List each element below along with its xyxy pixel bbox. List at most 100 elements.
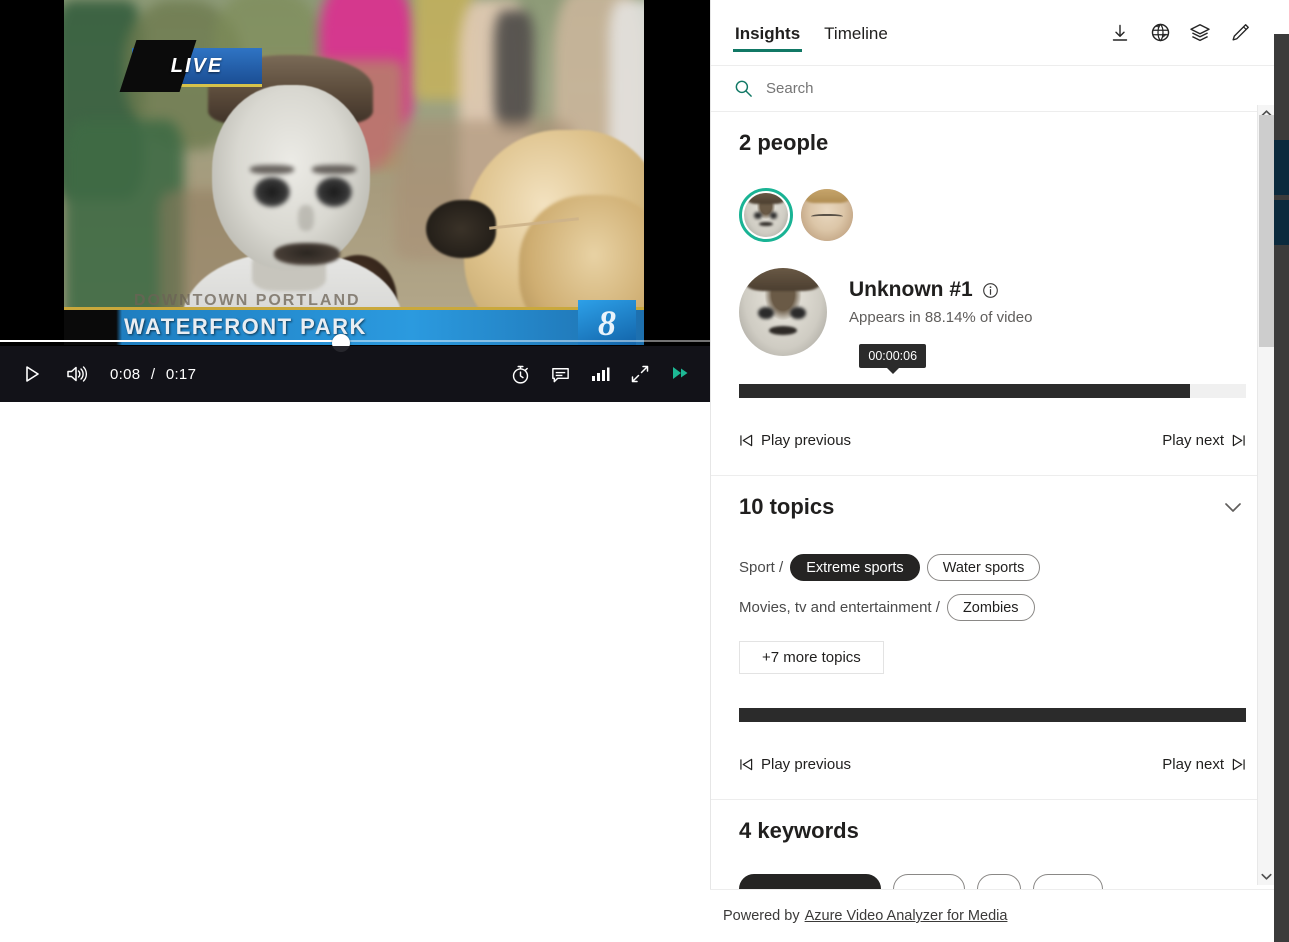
- video-seek-bar[interactable]: [0, 336, 710, 346]
- person-thumb-unknown-2[interactable]: [801, 189, 853, 241]
- topics-section-header: 10 topics: [739, 494, 1246, 520]
- page-right-edge: [1274, 0, 1289, 942]
- selected-person-meta: Unknown #1 Appears in 88.14% of video: [849, 268, 1032, 326]
- panel-header-actions: [1108, 21, 1252, 45]
- play-next-icon: [1231, 758, 1246, 771]
- play-previous-icon: [739, 434, 754, 447]
- globe-icon[interactable]: [1148, 21, 1172, 45]
- video-player[interactable]: LIVE DOWNTOWN PORTLAND WATERFRONT PARK 8: [0, 0, 710, 402]
- people-play-next[interactable]: Play next: [1162, 432, 1246, 449]
- video-indexer-logo-icon[interactable]: [662, 354, 698, 394]
- avatar-hair: [746, 268, 820, 291]
- people-title: 2 people: [739, 130, 828, 156]
- timeline-fill: [739, 384, 1190, 398]
- people-timeline[interactable]: 00:00:06: [739, 384, 1246, 408]
- more-topics-button[interactable]: +7 more topics: [739, 641, 884, 674]
- topics-play-previous[interactable]: Play previous: [739, 756, 851, 773]
- tab-timeline[interactable]: Timeline: [822, 4, 890, 62]
- topic-parent-label: Sport /: [739, 559, 783, 576]
- letterbox-right: [644, 0, 710, 345]
- insights-scroll-area: 2 people: [711, 112, 1274, 942]
- topic-row: Sport / Extreme sports Water sports: [739, 554, 1246, 581]
- news-banner-subtitle: DOWNTOWN PORTLAND: [134, 292, 361, 310]
- selected-person-avatar[interactable]: [739, 268, 827, 356]
- scrollbar-thumb[interactable]: [1259, 115, 1274, 347]
- avatar: [801, 189, 853, 241]
- avatar-mouth: [759, 222, 773, 226]
- topics-play-next[interactable]: Play next: [1162, 756, 1246, 773]
- fullscreen-icon[interactable]: [622, 354, 658, 394]
- download-icon[interactable]: [1108, 21, 1132, 45]
- live-badge-label: LIVE: [171, 55, 223, 78]
- topic-parent-label: Movies, tv and entertainment /: [739, 599, 940, 616]
- topic-pill-extreme-sports[interactable]: Extreme sports: [790, 554, 920, 581]
- insights-panel: Insights Timeline: [710, 0, 1274, 942]
- boy-face: [212, 85, 370, 270]
- chevron-down-icon[interactable]: [1258, 868, 1275, 885]
- footer-prefix: Powered by: [723, 908, 800, 924]
- people-section-header: 2 people: [739, 130, 1246, 156]
- boy-eyebrow-left: [250, 165, 294, 174]
- avatar-mouth: [769, 326, 797, 335]
- page-body-blank: [0, 402, 710, 942]
- topics-list: Sport / Extreme sports Water sports Movi…: [739, 554, 1246, 674]
- people-face-list: [739, 188, 1246, 242]
- play-previous-label: Play previous: [761, 756, 851, 773]
- boy-nose: [298, 205, 314, 231]
- search-icon: [733, 78, 754, 99]
- scene-blob: [494, 10, 534, 130]
- panel-scrollbar[interactable]: [1257, 105, 1274, 885]
- boy-eye-right: [316, 177, 352, 207]
- topic-row: Movies, tv and entertainment / Zombies: [739, 594, 1246, 621]
- chevron-down-icon[interactable]: [1220, 494, 1246, 520]
- footer-link[interactable]: Azure Video Analyzer for Media: [805, 908, 1008, 924]
- letterbox-left: [0, 0, 64, 345]
- topics-section: 10 topics Sport / Extreme sports Water s…: [711, 476, 1274, 799]
- time-separator: /: [151, 366, 155, 383]
- play-next-label: Play next: [1162, 432, 1224, 449]
- topic-pill-zombies[interactable]: Zombies: [947, 594, 1035, 621]
- seek-progress: [0, 340, 341, 342]
- topics-timeline[interactable]: [739, 708, 1246, 732]
- play-icon[interactable]: [10, 352, 54, 396]
- selected-person-name-row: Unknown #1: [849, 278, 1032, 302]
- people-nav-row: Play previous Play next: [739, 432, 1246, 475]
- timeline-tooltip: 00:00:06: [859, 344, 926, 368]
- avatar-hair: [805, 189, 849, 203]
- topics-nav-row: Play previous Play next: [739, 756, 1246, 799]
- video-frame[interactable]: LIVE DOWNTOWN PORTLAND WATERFRONT PARK 8: [64, 0, 644, 345]
- live-badge: LIVE: [132, 48, 262, 84]
- edit-pencil-icon[interactable]: [1228, 21, 1252, 45]
- play-previous-icon: [739, 758, 754, 771]
- time-display: 0:08 / 0:17: [110, 366, 196, 383]
- edge-segment: [1274, 200, 1289, 245]
- edge-segment: [1274, 140, 1289, 195]
- captions-icon[interactable]: [542, 354, 578, 394]
- boy-mouth: [274, 243, 340, 265]
- app-root: LIVE DOWNTOWN PORTLAND WATERFRONT PARK 8: [0, 0, 1289, 942]
- avatar: [744, 193, 788, 237]
- current-time: 0:08: [110, 366, 140, 383]
- tab-insights[interactable]: Insights: [733, 4, 802, 62]
- volume-icon[interactable]: [54, 352, 98, 396]
- play-next-label: Play next: [1162, 756, 1224, 773]
- play-next-icon: [1231, 434, 1246, 447]
- player-controls: 0:08 / 0:17: [0, 346, 710, 402]
- play-previous-label: Play previous: [761, 432, 851, 449]
- boy-eyebrow-right: [312, 165, 356, 174]
- panel-footer: Powered by Azure Video Analyzer for Medi…: [710, 889, 1274, 942]
- topic-pill-water-sports[interactable]: Water sports: [927, 554, 1041, 581]
- quality-bars-icon[interactable]: [582, 354, 618, 394]
- layers-icon[interactable]: [1188, 21, 1212, 45]
- edge-segment: [1274, 0, 1289, 34]
- people-play-previous[interactable]: Play previous: [739, 432, 851, 449]
- info-icon[interactable]: [982, 282, 999, 299]
- stopwatch-icon[interactable]: [502, 354, 538, 394]
- duration: 0:17: [166, 366, 196, 383]
- topics-title: 10 topics: [739, 494, 834, 520]
- panel-tabs: Insights Timeline: [711, 0, 1274, 66]
- person-appearance: Appears in 88.14% of video: [849, 309, 1032, 326]
- person-thumb-unknown-1[interactable]: [739, 188, 793, 242]
- boy-eye-left: [254, 177, 290, 207]
- search-input[interactable]: [766, 80, 1066, 97]
